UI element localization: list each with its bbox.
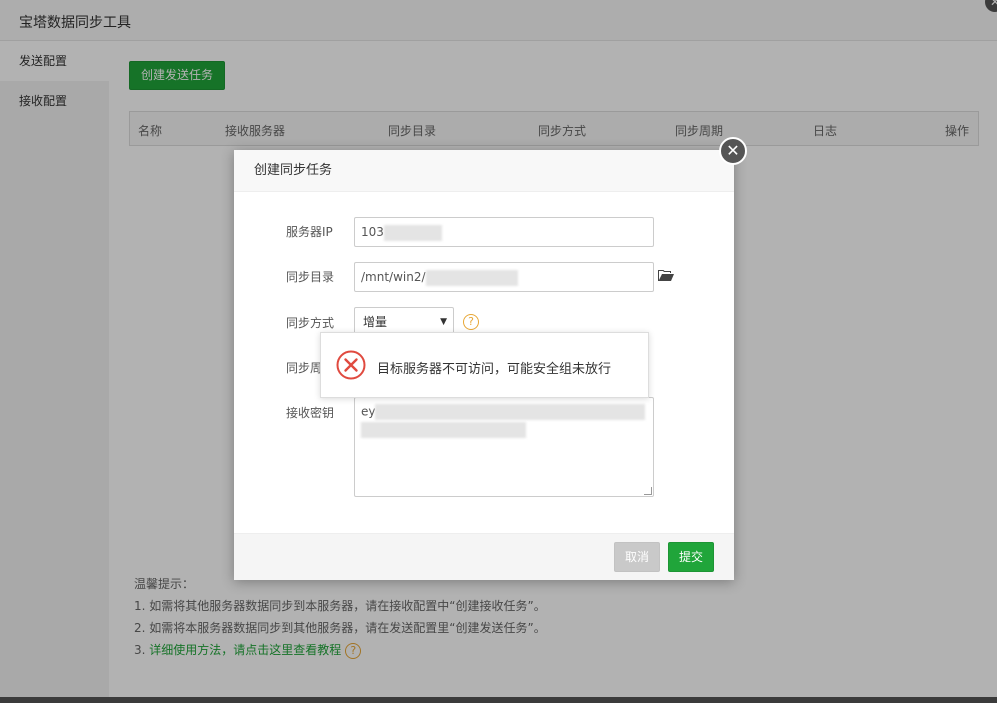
help-icon[interactable]: ?: [463, 314, 479, 330]
submit-button[interactable]: 提交: [668, 542, 715, 572]
error-message: 目标服务器不可访问，可能安全组未放行: [377, 362, 612, 377]
sync-dir-value: /mnt/win2/: [361, 270, 426, 284]
dialog-title: 创建同步任务: [234, 150, 734, 192]
redacted-text: [375, 404, 646, 420]
server-ip-label: 服务器IP: [286, 225, 333, 239]
dialog-close-button[interactable]: ✕: [719, 137, 747, 165]
dialog-footer: 取消 提交: [234, 533, 734, 580]
sync-period-label: 同步周: [286, 361, 323, 375]
redacted-text: [361, 422, 526, 438]
cancel-button[interactable]: 取消: [614, 542, 661, 572]
folder-open-icon[interactable]: [658, 268, 674, 282]
resize-handle[interactable]: [644, 487, 652, 495]
recv-key-label: 接收密钥: [286, 406, 335, 420]
redacted-text: [425, 269, 518, 286]
sync-dir-label: 同步目录: [286, 270, 335, 284]
server-ip-value: 103: [361, 225, 384, 239]
redacted-text: [383, 224, 442, 241]
error-circle-icon: [336, 350, 366, 380]
sync-dir-input[interactable]: /mnt/win2/: [354, 262, 654, 292]
sync-mode-value: 增量: [363, 315, 388, 329]
recv-key-textarea[interactable]: ey: [354, 397, 654, 497]
server-ip-input[interactable]: 103: [354, 217, 654, 247]
sync-mode-label: 同步方式: [286, 316, 335, 330]
recv-key-value: ey: [361, 404, 376, 419]
error-toast: 目标服务器不可访问，可能安全组未放行: [320, 332, 649, 398]
